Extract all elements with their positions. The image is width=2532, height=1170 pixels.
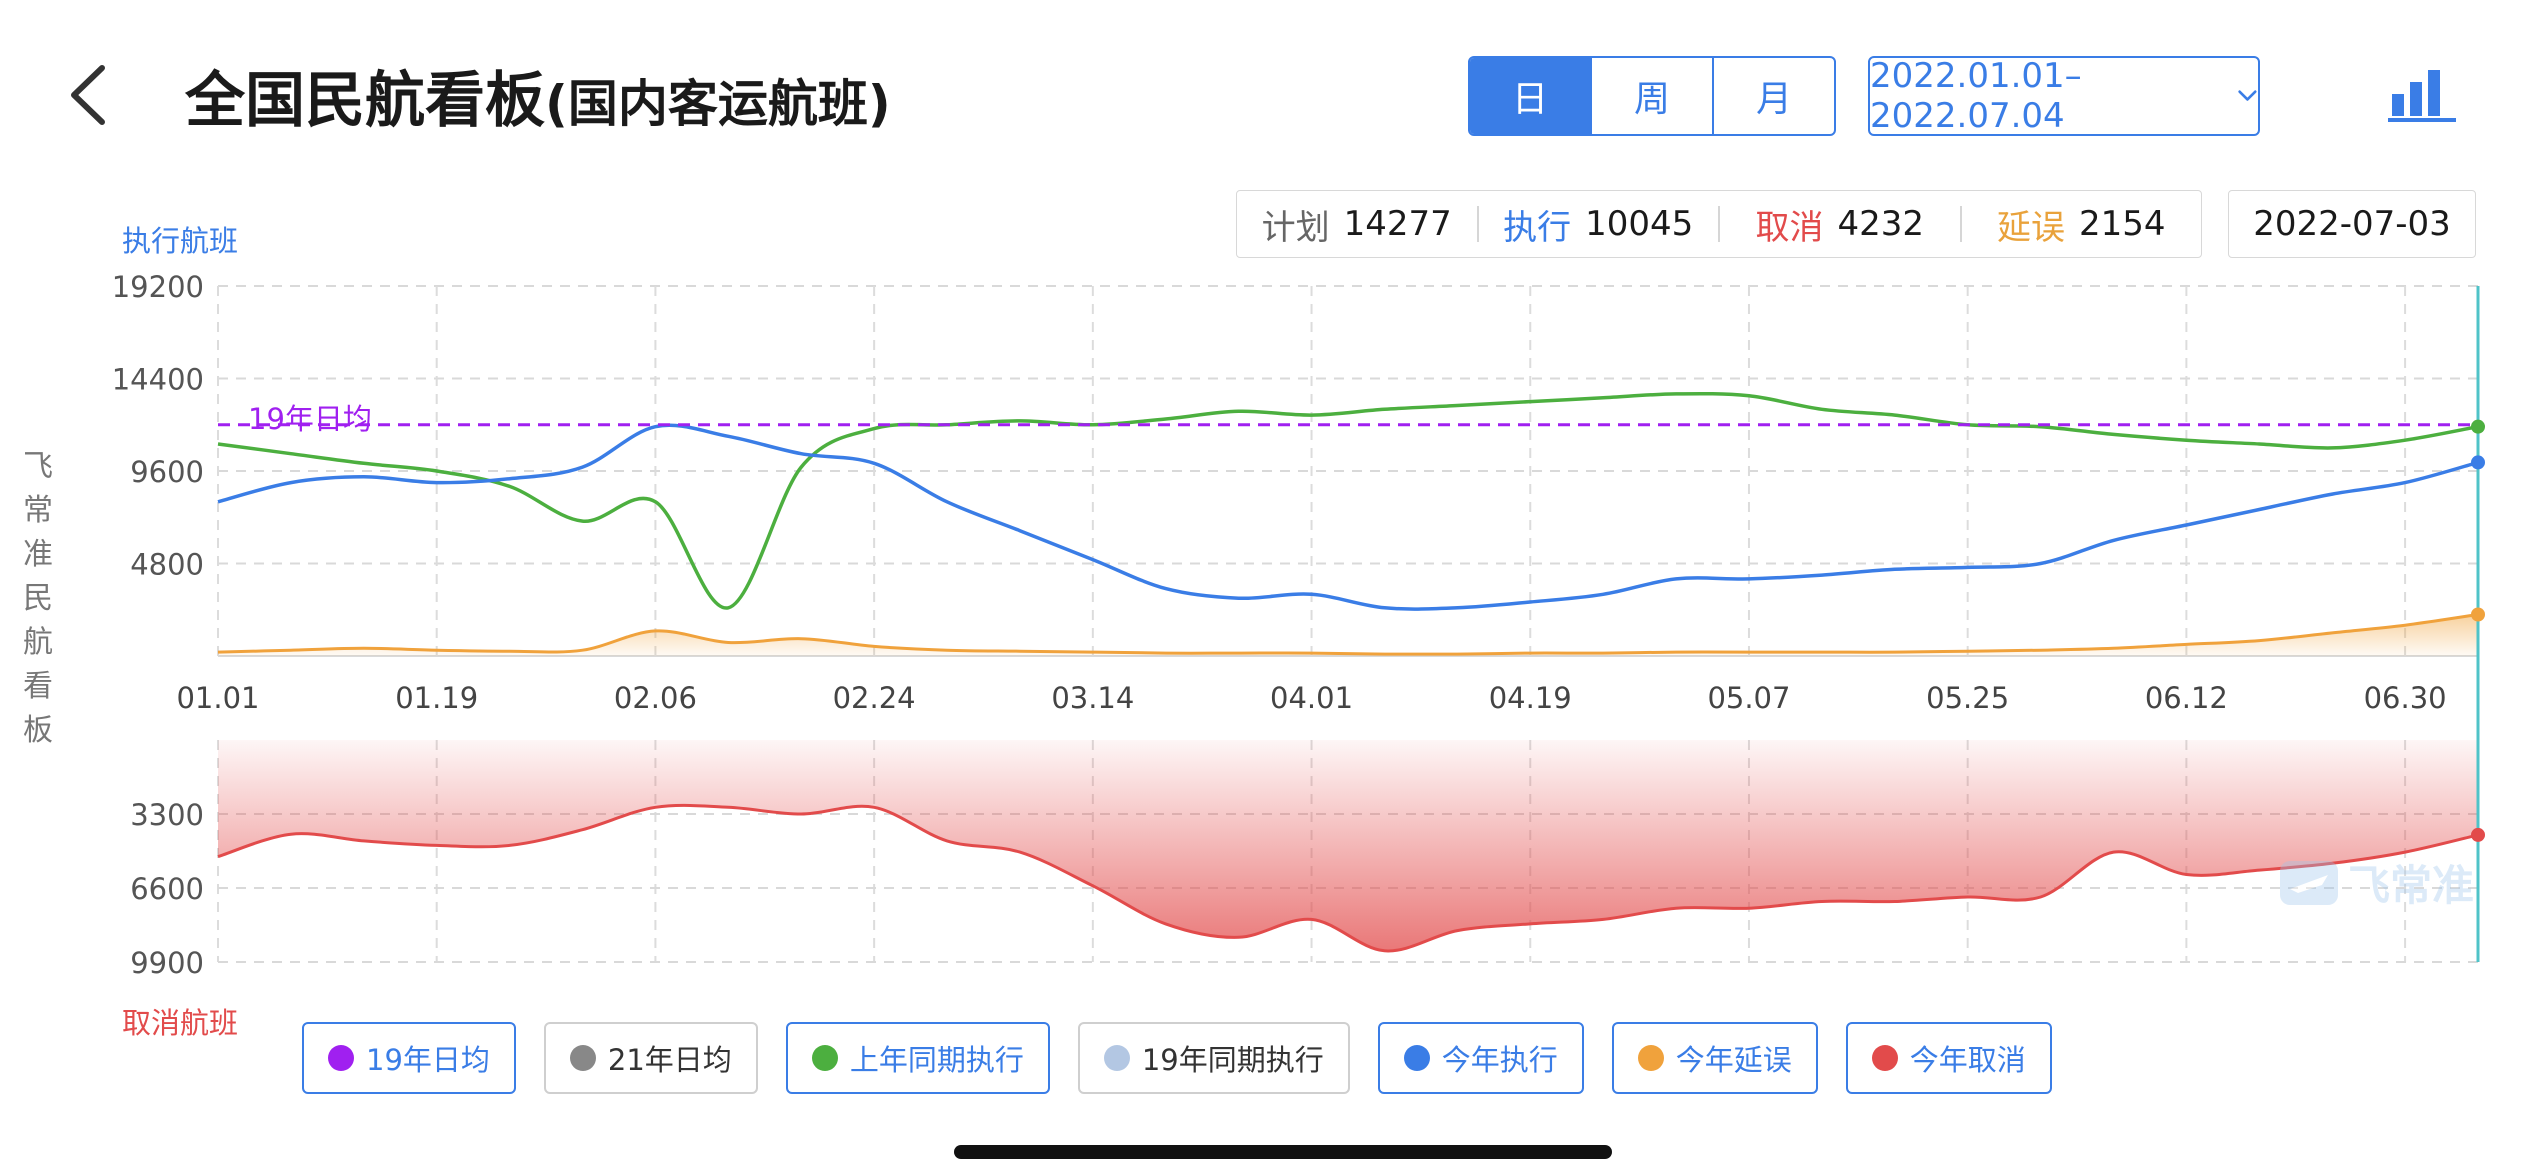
plane-logo-icon	[2280, 860, 2338, 905]
legend-2019-daily-avg[interactable]: 19年日均	[302, 1022, 516, 1094]
x-tick-label: 05.25	[1926, 681, 2009, 715]
cancel-area	[218, 740, 2478, 951]
x-tick-label: 04.19	[1489, 681, 1572, 715]
legend-this-year-delayed[interactable]: 今年延误	[1611, 1022, 1818, 1094]
legend-label: 19年日均	[366, 1043, 490, 1077]
legend-label: 今年延误	[1675, 1043, 1792, 1077]
legend-dot	[1403, 1045, 1430, 1071]
watermark-text: 飞常准	[2348, 861, 2475, 910]
x-tick-label: 05.07	[1707, 681, 1790, 715]
upper-y-tick-label: 14400	[112, 363, 204, 397]
legend-dot	[1637, 1045, 1664, 1071]
this-year-executed-line	[217, 423, 2479, 611]
legend-label: 今年执行	[1441, 1043, 1558, 1077]
x-tick-label: 02.06	[614, 681, 697, 715]
legend-label: 今年取消	[1909, 1043, 2026, 1077]
reference-line-label: 19年日均	[248, 402, 372, 436]
flight-chart[interactable]: 4800 9600 14400 19200 01.01 01.19 02.06 02.24 03…	[0, 0, 2532, 1010]
legend-this-year-cancelled[interactable]: 今年取消	[1845, 1022, 2052, 1094]
delay-area	[218, 614, 2478, 656]
legend-dot	[569, 1045, 596, 1071]
selected-cancel-marker	[2471, 827, 2485, 842]
legend-label: 19年同期执行	[1141, 1043, 1324, 1077]
legend-2019-same-period[interactable]: 19年同期执行	[1077, 1022, 1350, 1094]
delay-series-line	[217, 613, 2479, 656]
upper-y-tick-label: 9600	[130, 455, 204, 489]
x-tick-label: 06.30	[2364, 681, 2447, 715]
selected-point-marker	[2471, 455, 2485, 470]
legend-label: 21年日均	[607, 1043, 732, 1077]
upper-y-tick-label: 19200	[112, 270, 204, 304]
legend-label: 上年同期执行	[849, 1043, 1024, 1077]
legend-2021-daily-avg[interactable]: 21年日均	[543, 1022, 758, 1094]
selected-point-marker	[2471, 419, 2485, 434]
legend-dot	[1103, 1045, 1130, 1071]
x-tick-label: 02.24	[833, 681, 916, 715]
legend-dot	[328, 1045, 354, 1071]
legend-dot	[1871, 1045, 1898, 1071]
lower-y-tick-label: 3300	[130, 798, 204, 832]
x-tick-label: 01.01	[176, 681, 259, 715]
x-tick-label: 01.19	[395, 681, 478, 715]
legend-this-year-executed[interactable]: 今年执行	[1377, 1022, 1584, 1094]
selected-point-marker	[2471, 607, 2485, 622]
lower-y-tick-label: 9900	[130, 946, 204, 980]
x-tick-label: 06.12	[2145, 681, 2228, 715]
home-indicator	[954, 1145, 1612, 1159]
watermark: 飞常准	[2278, 852, 2474, 913]
chart-legend: 19年日均 21年日均 上年同期执行 19年同期执行 今年执行 今年延误 今年取…	[302, 1022, 2052, 1094]
lower-y-tick-label: 6600	[130, 872, 204, 906]
lower-axis-label: 取消航班	[122, 1006, 239, 1040]
legend-last-year-executed[interactable]: 上年同期执行	[785, 1022, 1050, 1094]
x-tick-label: 04.01	[1270, 681, 1353, 715]
legend-dot	[811, 1045, 838, 1071]
x-tick-label: 03.14	[1051, 681, 1134, 715]
upper-y-tick-label: 4800	[130, 548, 204, 582]
